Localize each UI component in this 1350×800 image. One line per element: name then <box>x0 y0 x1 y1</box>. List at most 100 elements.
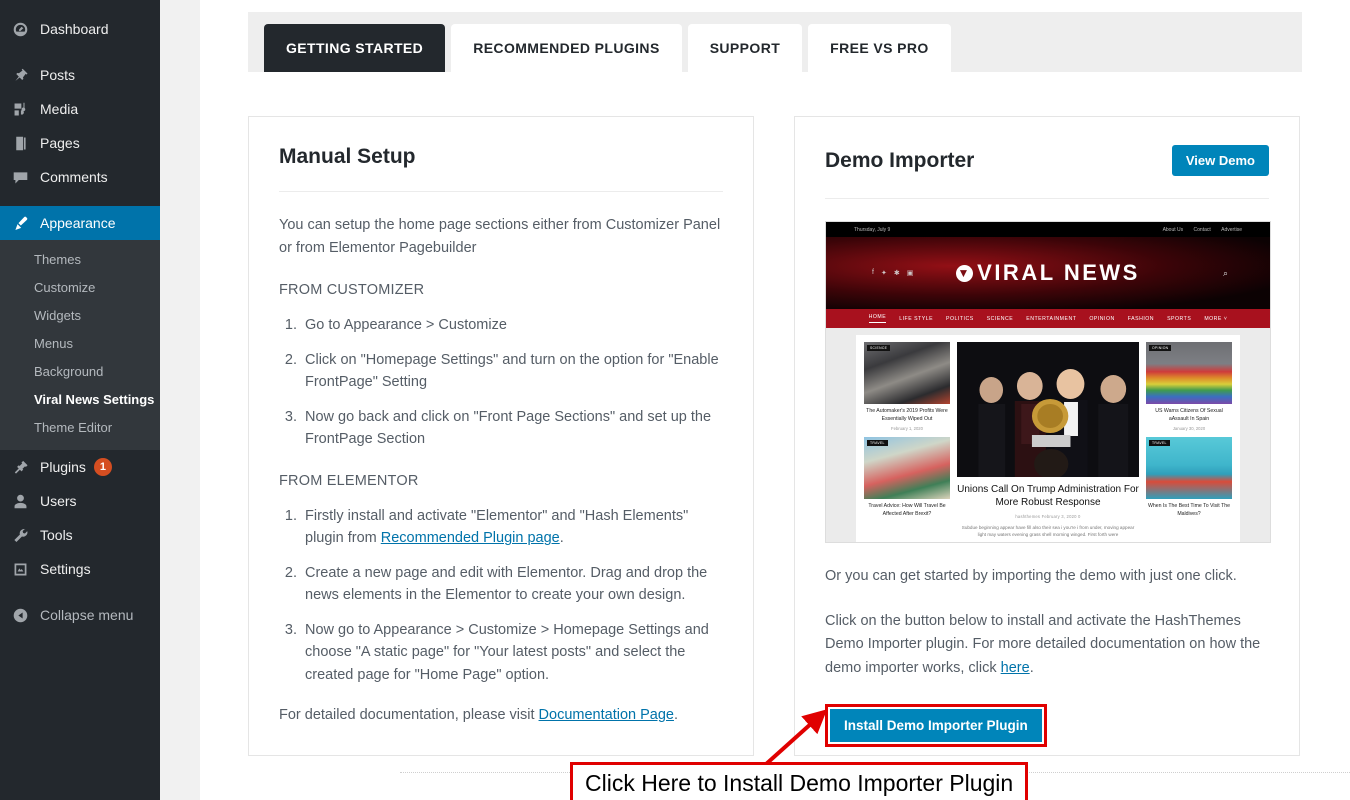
plug-icon <box>10 457 30 477</box>
from-elementor-heading: FROM ELEMENTOR <box>279 472 419 489</box>
submenu-item-customize[interactable]: Customize <box>0 274 160 302</box>
demo-nav-item: POLITICS <box>946 315 974 322</box>
admin-content-area: GETTING STARTED RECOMMENDED PLUGINS SUPP… <box>200 0 1350 800</box>
appearance-submenu: Themes Customize Widgets Menus Backgroun… <box>0 240 160 450</box>
logo-mark-icon: ▼ <box>956 265 974 282</box>
collapse-icon <box>10 605 30 625</box>
sidebar-item-tools[interactable]: Tools <box>0 518 160 552</box>
demo-site-logo: ▼ VIRAL NEWS <box>826 260 1270 286</box>
view-demo-button[interactable]: View Demo <box>1171 145 1269 176</box>
demo-nav-item: HOME <box>868 314 887 323</box>
demo-card: SCIENCE The Automaker's 2019 Profits Wer… <box>864 342 950 431</box>
step-text-post: . <box>559 530 564 547</box>
demo-card-date: February 1, 2020 <box>891 426 923 432</box>
sidebar-item-pages[interactable]: Pages <box>0 126 160 160</box>
sidebar-item-users[interactable]: Users <box>0 484 160 518</box>
sidebar-item-label: Tools <box>40 527 73 543</box>
submenu-item-widgets[interactable]: Widgets <box>0 302 160 330</box>
demo-importer-line2: Click on the button below to install and… <box>825 610 1269 680</box>
manual-setup-panel: Manual Setup You can setup the home page… <box>248 116 754 756</box>
sidebar-item-dashboard[interactable]: Dashboard <box>0 12 160 46</box>
sidebar-item-collapse-menu[interactable]: Collapse menu <box>0 598 160 632</box>
sidebar-item-label: Appearance <box>40 215 116 231</box>
demo-card: TRAVEL When Is The Best Time To Visit Th… <box>1146 437 1232 518</box>
sidebar-item-media[interactable]: Media <box>0 92 160 126</box>
demo-featured-meta: hashthemes February 3, 2020 0 <box>1015 514 1081 519</box>
tab-bar-container: GETTING STARTED RECOMMENDED PLUGINS SUPP… <box>248 12 1302 72</box>
list-item: Click on "Homepage Settings" and turn on… <box>301 349 723 394</box>
demo-nav-item: SCIENCE <box>986 315 1014 322</box>
annotation-text: Click Here to Install Demo Importer Plug… <box>585 770 1014 796</box>
elementor-steps-list: Firstly install and activate "Elementor"… <box>301 505 723 686</box>
demo-card-date: January 30, 2020 <box>1172 426 1206 432</box>
demo-card: TRAVEL Travel Advice: How Will Travel Be… <box>864 437 950 518</box>
demo-nav-item: MORE ˅ <box>1204 315 1228 322</box>
sidebar-item-appearance[interactable]: Appearance <box>0 206 168 240</box>
demo-featured-excerpt: Subdue beginning appear have fill also t… <box>961 525 1135 538</box>
demo-logo-text: VIRAL NEWS <box>977 260 1140 285</box>
sidebar-item-comments[interactable]: Comments <box>0 160 160 194</box>
demo-card-badge: SCIENCE <box>867 345 891 351</box>
demo-featured-illustration <box>957 342 1139 477</box>
sidebar-item-label: Posts <box>40 67 76 83</box>
demo-preview-image[interactable]: Thursday, July 9 About Us Contact Advert… <box>825 221 1271 543</box>
demo-top-link: About Us <box>1162 226 1184 233</box>
media-icon <box>10 99 30 119</box>
demo-importer-header: Demo Importer View Demo <box>825 145 1269 199</box>
brush-icon <box>10 213 30 233</box>
demo-featured-headline: Unions Call On Trump Administration For … <box>957 484 1139 508</box>
tab-getting-started[interactable]: GETTING STARTED <box>264 24 446 72</box>
demo-card-thumb: TRAVEL <box>1146 437 1232 500</box>
sidebar-item-label: Collapse menu <box>40 607 134 623</box>
install-demo-importer-plugin-button[interactable]: Install Demo Importer Plugin <box>830 708 1042 742</box>
from-customizer-heading: FROM CUSTOMIZER <box>279 282 425 299</box>
demo-card-title: The Automaker's 2019 Profits Were Essent… <box>866 408 948 422</box>
sidebar-item-label: Users <box>40 493 77 509</box>
demo-importer-panel: Demo Importer View Demo Thursday, July 9… <box>794 116 1300 756</box>
recommended-plugin-page-link[interactable]: Recommended Plugin page <box>381 530 560 546</box>
install-button-highlight: Install Demo Importer Plugin <box>825 703 1047 747</box>
demo-card-title: US Warns Citizens Of Sexual aAssault In … <box>1155 408 1223 422</box>
submenu-item-menus[interactable]: Menus <box>0 330 160 358</box>
admin-sidebar: Dashboard Posts Media Pages Comments App… <box>0 0 168 800</box>
submenu-item-theme-editor[interactable]: Theme Editor <box>0 414 160 442</box>
demo-importer-line2-pre: Click on the button below to install and… <box>825 613 1261 676</box>
demo-topbar: Thursday, July 9 About Us Contact Advert… <box>826 222 1270 237</box>
sidebar-item-plugins[interactable]: Plugins 1 <box>0 450 160 484</box>
documentation-line: For detailed documentation, please visit… <box>279 704 723 727</box>
sidebar-item-label: Pages <box>40 135 80 151</box>
demo-card-badge: TRAVEL <box>1149 440 1170 447</box>
sidebar-item-settings[interactable]: Settings <box>0 552 160 586</box>
demo-card-thumb: SCIENCE <box>864 342 950 404</box>
demo-featured-thumb: OPINION POLITICS REVIEWS <box>957 342 1139 477</box>
manual-setup-intro: You can setup the home page sections eit… <box>279 217 721 257</box>
submenu-item-background[interactable]: Background <box>0 358 160 386</box>
tab-free-vs-pro[interactable]: FREE VS PRO <box>808 24 951 72</box>
sidebar-item-label: Media <box>40 101 79 117</box>
submenu-item-viral-news-settings[interactable]: Viral News Settings <box>0 386 160 414</box>
here-link[interactable]: here <box>1001 660 1030 676</box>
user-icon <box>10 491 30 511</box>
demo-nav-item: LIFE STYLE <box>899 315 934 322</box>
sidebar-item-posts[interactable]: Posts <box>0 58 160 92</box>
demo-top-link: Advertise <box>1221 226 1242 233</box>
demo-nav-item: SPORTS <box>1167 315 1192 322</box>
submenu-item-themes[interactable]: Themes <box>0 246 160 274</box>
sidebar-item-label: Settings <box>40 561 91 577</box>
documentation-pre: For detailed documentation, please visit <box>279 707 539 723</box>
demo-importer-title: Demo Importer <box>825 148 975 172</box>
demo-card-thumb: OPINION <box>1146 342 1232 404</box>
dashboard-icon <box>10 19 30 39</box>
demo-nav-item: FASHION <box>1127 315 1155 322</box>
demo-nav-item: ENTERTAINMENT <box>1026 315 1077 322</box>
pages-icon <box>10 133 30 153</box>
comments-icon <box>10 167 30 187</box>
demo-importer-line2-post: . <box>1029 659 1034 676</box>
tab-support[interactable]: SUPPORT <box>687 24 803 72</box>
demo-card-thumb: TRAVEL <box>864 437 950 500</box>
documentation-page-link[interactable]: Documentation Page <box>539 707 674 723</box>
pin-icon <box>10 65 30 85</box>
list-item: Create a new page and edit with Elemento… <box>301 562 723 607</box>
demo-card-title: Travel Advice: How Will Travel Be Affect… <box>868 503 946 517</box>
tab-recommended-plugins[interactable]: RECOMMENDED PLUGINS <box>451 24 682 72</box>
